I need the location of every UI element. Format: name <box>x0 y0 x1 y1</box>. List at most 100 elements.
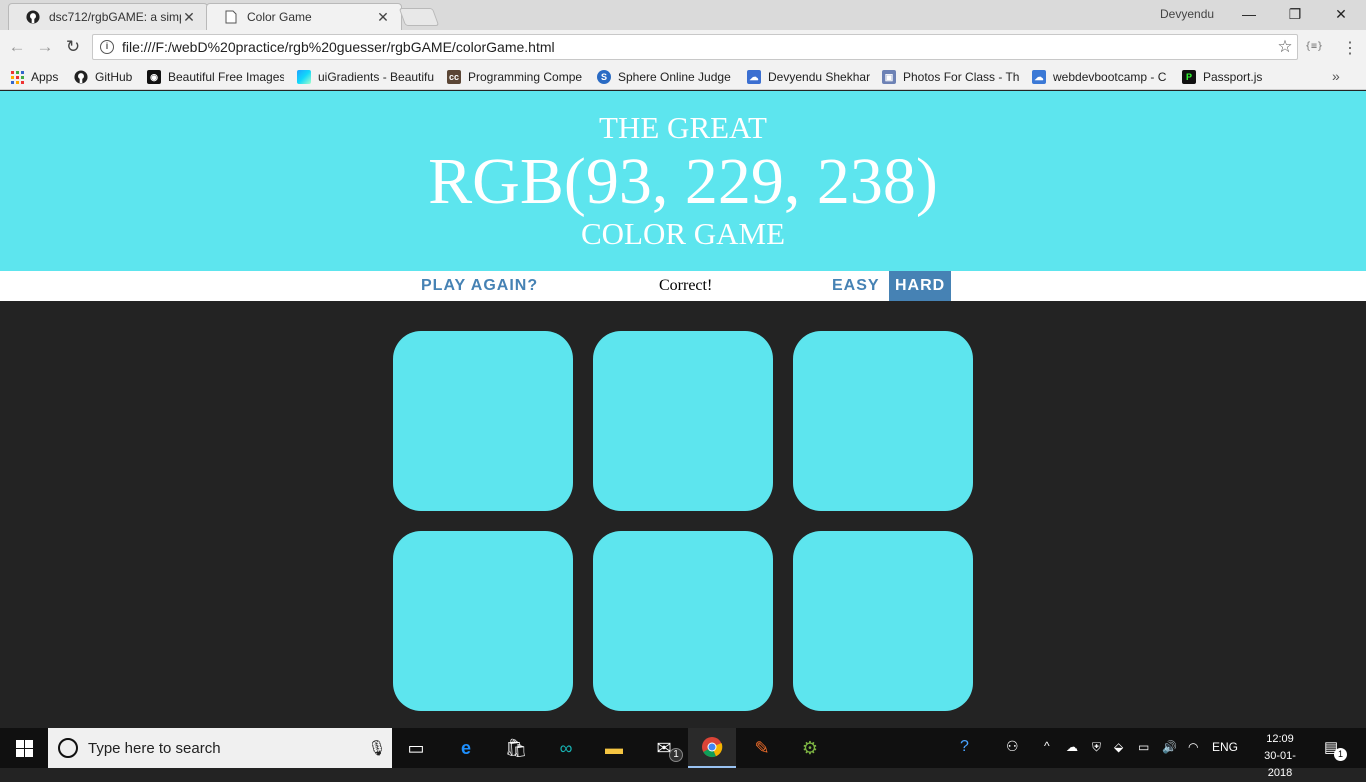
color-square[interactable] <box>393 531 573 711</box>
clock-date: 30-01-2018 <box>1264 750 1296 779</box>
tab-color-game[interactable]: Color Game ✕ <box>206 3 402 30</box>
bookmark-label: Programming Compe <box>468 70 583 84</box>
taskbar-search[interactable]: Type here to search 🎙 <box>48 728 392 768</box>
tab-title: Color Game <box>247 10 312 24</box>
close-window-icon[interactable]: ✕ <box>1318 0 1364 30</box>
title-bottom: COLOR GAME <box>580 216 786 251</box>
microphone-icon[interactable]: 🎙 <box>362 739 392 757</box>
clock[interactable]: 12:09 30-01-2018 <box>1255 731 1305 782</box>
task-view-icon[interactable]: ▭ <box>392 728 440 768</box>
color-square[interactable] <box>593 331 773 511</box>
security-icon[interactable]: ⛨ <box>1092 740 1101 755</box>
easy-mode-button[interactable]: EASY <box>826 271 886 301</box>
color-square[interactable] <box>793 331 973 511</box>
back-icon[interactable]: ← <box>6 36 28 58</box>
color-square[interactable] <box>593 531 773 711</box>
taskbar: Type here to search 🎙 ▭ e 🛍 ∞ ▬ ✉ 1 ✎ ⚙ ?… <box>0 728 1366 779</box>
play-again-button[interactable]: PLAY AGAIN? <box>415 271 544 301</box>
spoj-icon: S <box>597 70 611 84</box>
github-icon <box>25 9 41 25</box>
bookmark-programming[interactable]: cc Programming Compe <box>447 68 584 86</box>
bookmark-free-images[interactable]: ◉ Beautiful Free Images <box>147 68 284 86</box>
bookmark-apps[interactable]: Apps <box>10 68 70 86</box>
bookmark-uigradients[interactable]: uiGradients - Beautifu <box>297 68 434 86</box>
message: Correct! <box>659 277 713 294</box>
restore-icon[interactable]: ❐ <box>1272 0 1318 30</box>
bookmark-label: Passport.js <box>1203 70 1263 84</box>
bookmark-label: webdevbootcamp - C <box>1053 70 1167 84</box>
extension-icon[interactable]: {≡} <box>1305 41 1323 52</box>
bookmark-label: uiGradients - Beautifu <box>318 70 434 84</box>
bookmark-photos-for-class[interactable]: ▣ Photos For Class - Th <box>882 68 1019 86</box>
notification-badge: 1 <box>1334 748 1347 761</box>
mail-icon[interactable]: ✉ 1 <box>640 728 688 768</box>
show-hidden-icons-icon[interactable]: ^ <box>1044 739 1050 753</box>
more-bookmarks-icon[interactable]: » <box>1332 68 1340 84</box>
new-tab-button[interactable] <box>398 8 440 26</box>
address-bar[interactable]: i file:///F:/webD%20practice/rgb%20guess… <box>92 34 1298 60</box>
android-studio-icon[interactable]: ⚙ <box>786 728 834 768</box>
apps-grid-icon <box>10 70 24 84</box>
forward-icon[interactable]: → <box>34 36 56 58</box>
bookmark-passport[interactable]: P Passport.js <box>1182 68 1272 86</box>
volume-icon[interactable]: 🔊 <box>1162 740 1177 754</box>
help-icon[interactable]: ? <box>960 738 969 756</box>
windows-start-icon[interactable] <box>0 728 48 768</box>
toolbar: ← → ↻ i file:///F:/webD%20practice/rgb%2… <box>0 30 1366 64</box>
color-display: RGB(93, 229, 238) <box>428 145 938 218</box>
game-header: THE GREAT RGB(93, 229, 238) COLOR GAME <box>0 91 1366 271</box>
dropbox-icon[interactable]: ⬙ <box>1114 740 1123 754</box>
bookmark-spoj[interactable]: S Sphere Online Judge <box>597 68 734 86</box>
gradient-icon <box>297 70 311 84</box>
passport-icon: P <box>1182 70 1196 84</box>
search-placeholder: Type here to search <box>88 739 221 757</box>
url-text[interactable]: file:///F:/webD%20practice/rgb%20guesser… <box>122 39 1273 55</box>
cloud-icon: ☁ <box>747 70 761 84</box>
camera-icon: ◉ <box>147 70 161 84</box>
bookmark-github[interactable]: GitHub <box>74 68 140 86</box>
color-square[interactable] <box>393 331 573 511</box>
arduino-icon[interactable]: ∞ <box>542 728 590 768</box>
bookmark-devyendu[interactable]: ☁ Devyendu Shekhar <box>747 68 875 86</box>
reload-icon[interactable]: ↻ <box>62 36 84 58</box>
bookmark-label: Devyendu Shekhar <box>768 70 871 84</box>
file-explorer-icon[interactable]: ▬ <box>590 728 638 768</box>
onedrive-icon[interactable]: ☁ <box>1066 740 1078 754</box>
tab-title: dsc712/rgbGAME: a simp <box>49 10 181 24</box>
menu-dots-icon[interactable]: ⋮ <box>1342 38 1358 58</box>
mail-badge: 1 <box>669 748 683 762</box>
store-icon[interactable]: 🛍 <box>492 728 540 768</box>
sublime-icon[interactable]: ✎ <box>738 728 786 768</box>
bookmark-label: Photos For Class - Th <box>903 70 1019 84</box>
title-top: THE GREAT <box>599 110 767 145</box>
bookmark-label: Sphere Online Judge <box>618 70 731 84</box>
minimize-icon[interactable]: — <box>1226 0 1272 30</box>
chrome-icon[interactable] <box>688 728 736 768</box>
bookmark-webdevbootcamp[interactable]: ☁ webdevbootcamp - C <box>1032 68 1169 86</box>
tab-github[interactable]: dsc712/rgbGAME: a simp ✕ <box>8 3 208 30</box>
bookmark-label: Apps <box>31 70 59 84</box>
color-square[interactable] <box>793 531 973 711</box>
bookmarks-bar: Apps GitHub ◉ Beautiful Free Images uiGr… <box>0 64 1366 90</box>
language-indicator[interactable]: ENG <box>1212 740 1238 754</box>
people-icon[interactable]: ⚇ <box>1006 738 1019 755</box>
bookmark-label: Beautiful Free Images <box>168 70 284 84</box>
codechef-icon: cc <box>447 70 461 84</box>
photo-icon: ▣ <box>882 70 896 84</box>
battery-icon[interactable]: ▭ <box>1138 740 1149 754</box>
bookmark-label: GitHub <box>95 70 133 84</box>
bookmark-star-icon[interactable]: ☆ <box>1273 37 1297 57</box>
cloud9-icon: ☁ <box>1032 70 1046 84</box>
close-icon[interactable]: ✕ <box>375 9 391 25</box>
profile-name[interactable]: Devyendu <box>1160 7 1214 21</box>
github-icon <box>74 70 88 84</box>
tab-strip: dsc712/rgbGAME: a simp ✕ Color Game ✕ De… <box>0 0 1366 30</box>
edge-icon[interactable]: e <box>442 728 490 768</box>
info-icon[interactable]: i <box>100 40 114 54</box>
page-icon <box>223 9 239 25</box>
hard-mode-button[interactable]: HARD <box>889 271 952 301</box>
control-stripe: PLAY AGAIN? Correct! EASY HARD <box>0 271 1366 301</box>
close-icon[interactable]: ✕ <box>181 9 197 25</box>
cortana-icon <box>58 738 78 758</box>
wifi-icon[interactable]: ◠ <box>1188 740 1198 754</box>
